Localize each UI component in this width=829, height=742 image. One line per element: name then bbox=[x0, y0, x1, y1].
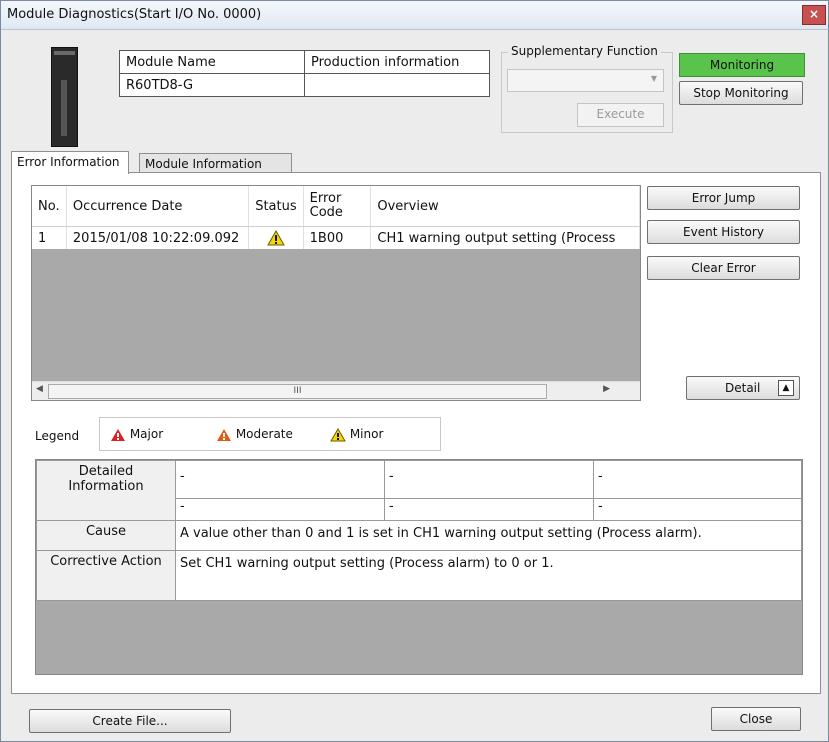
legend-item-moderate: Moderate bbox=[216, 427, 293, 442]
corrective-action-text: Set CH1 warning output setting (Process … bbox=[175, 550, 802, 601]
error-list-header: No. Occurrence Date Status Error Code Ov… bbox=[32, 186, 640, 227]
col-error-code[interactable]: Error Code bbox=[303, 186, 372, 227]
col-no[interactable]: No. bbox=[32, 186, 67, 227]
module-image-slot bbox=[61, 80, 67, 136]
col-status[interactable]: Status bbox=[248, 186, 304, 227]
supplementary-function-combo[interactable]: ▼ bbox=[507, 69, 664, 92]
detail-info-cell: - bbox=[384, 460, 594, 499]
cause-text: A value other than 0 and 1 is set in CH1… bbox=[175, 520, 802, 551]
legend-item-minor: Minor bbox=[330, 427, 383, 442]
error-list-table: No. Occurrence Date Status Error Code Ov… bbox=[32, 186, 640, 249]
detail-info-cell: - bbox=[384, 498, 594, 521]
event-history-button[interactable]: Event History bbox=[647, 220, 800, 244]
cause-label: Cause bbox=[36, 520, 176, 551]
corrective-action-label: Corrective Action bbox=[36, 550, 176, 601]
detail-button-label: Detail bbox=[725, 381, 761, 395]
minor-warning-icon bbox=[330, 427, 346, 441]
title-bar: Module Diagnostics(Start I/O No. 0000) × bbox=[1, 1, 828, 30]
legend-box: Major Moderate Minor bbox=[99, 417, 441, 451]
production-info-value bbox=[304, 73, 490, 97]
detail-info-cell: - bbox=[175, 498, 385, 521]
error-no: 1 bbox=[32, 226, 67, 249]
minor-warning-icon bbox=[267, 230, 285, 246]
error-list: No. Occurrence Date Status Error Code Ov… bbox=[31, 185, 641, 401]
create-file-button[interactable]: Create File... bbox=[29, 709, 231, 733]
detail-button[interactable]: Detail ▲ bbox=[686, 376, 800, 400]
production-info-header: Production information bbox=[304, 50, 490, 74]
detail-info-cell: - bbox=[175, 460, 385, 499]
error-status bbox=[248, 226, 304, 249]
legend-item-major: Major bbox=[110, 427, 163, 442]
moderate-error-icon bbox=[217, 428, 231, 441]
detailed-information-label: Detailed Information bbox=[36, 460, 176, 521]
detail-info-cell: - bbox=[593, 498, 802, 521]
stop-monitoring-button[interactable]: Stop Monitoring bbox=[679, 81, 803, 105]
error-overview: CH1 warning output setting (Process bbox=[370, 226, 640, 249]
scroll-right-icon[interactable]: ▶ bbox=[603, 384, 610, 394]
tab-error-information[interactable]: Error Information bbox=[11, 151, 129, 174]
table-row[interactable]: 1 2015/01/08 10:22:09.092 1B00 CH1 warni… bbox=[32, 226, 640, 249]
legend-major-label: Major bbox=[129, 427, 164, 441]
error-jump-button[interactable]: Error Jump bbox=[647, 186, 800, 210]
detailed-information-panel: Detailed Information - - - - - - Cause A… bbox=[35, 459, 803, 675]
major-error-icon bbox=[111, 428, 125, 441]
supplementary-function-legend: Supplementary Function bbox=[508, 44, 661, 58]
monitoring-status-badge: Monitoring bbox=[679, 53, 805, 77]
window-title: Module Diagnostics(Start I/O No. 0000) bbox=[7, 7, 262, 22]
module-image bbox=[51, 47, 78, 147]
module-table: Module Name Production information R60TD… bbox=[119, 50, 490, 97]
scroll-left-icon[interactable]: ◀ bbox=[36, 384, 43, 394]
supplementary-function-group: Supplementary Function ▼ Execute bbox=[501, 44, 673, 133]
error-date: 2015/01/08 10:22:09.092 bbox=[66, 226, 250, 249]
scroll-thumb[interactable]: III bbox=[48, 384, 547, 399]
legend-minor-label: Minor bbox=[349, 427, 384, 441]
legend-label: Legend bbox=[35, 429, 80, 443]
module-name-value: R60TD8-G bbox=[119, 73, 305, 97]
close-window-button[interactable]: × bbox=[802, 5, 826, 25]
detailed-information-table: Detailed Information - - - - - - Cause A… bbox=[36, 460, 802, 601]
legend-moderate-label: Moderate bbox=[235, 427, 293, 441]
error-code: 1B00 bbox=[303, 226, 372, 249]
module-name-header: Module Name bbox=[119, 50, 305, 74]
chevron-up-icon: ▲ bbox=[778, 380, 794, 396]
close-button[interactable]: Close bbox=[711, 707, 801, 731]
execute-button[interactable]: Execute bbox=[577, 103, 664, 127]
col-overview[interactable]: Overview bbox=[370, 186, 640, 227]
col-occurrence-date[interactable]: Occurrence Date bbox=[66, 186, 250, 227]
horizontal-scrollbar[interactable]: ◀ III ▶ bbox=[32, 381, 640, 400]
chevron-down-icon: ▼ bbox=[650, 74, 657, 83]
tab-module-information-list[interactable]: Module Information List bbox=[139, 153, 292, 191]
detail-info-cell: - bbox=[593, 460, 802, 499]
clear-error-button[interactable]: Clear Error bbox=[647, 256, 800, 280]
module-diagnostics-window: Module Diagnostics(Start I/O No. 0000) ×… bbox=[0, 0, 829, 742]
module-image-top bbox=[54, 51, 75, 55]
